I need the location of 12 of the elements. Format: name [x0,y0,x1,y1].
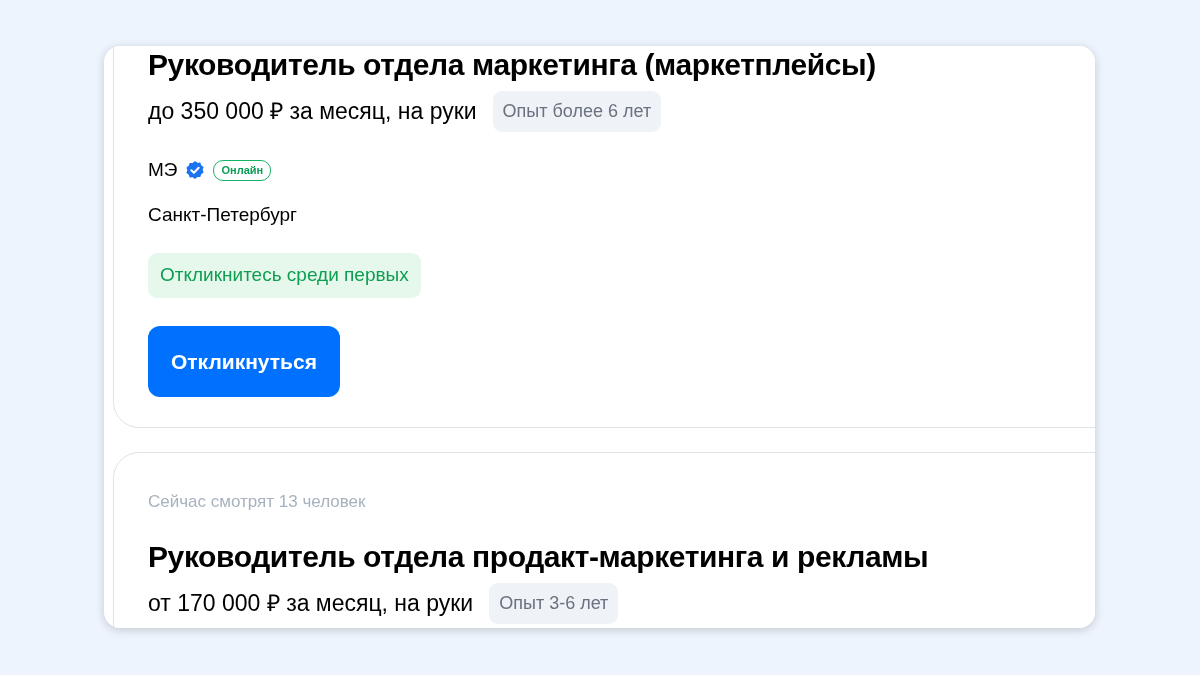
respond-button[interactable]: Откликнуться [148,325,340,397]
early-response-tag: Откликнитесь среди первых [148,253,421,298]
vacancy-title: Руководитель отдела продакт-маркетинга и рекламы [148,538,930,575]
experience-tag: Опыт 3-6 лет [489,582,619,624]
experience-tag: Опыт более 6 лет [492,91,662,132]
online-badge: Онлайн [213,160,272,181]
salary-text: от 170 000 ₽ за месяц, на руки [148,588,474,618]
city-text: Санкт-Петербург [148,202,298,227]
vacancy-title: Руководитель отдела маркетинга (маркетплейсы) [148,47,877,83]
viewers-count: Сейчас смотрят 13 человек [148,491,367,513]
company-name: МЭ [148,158,178,182]
salary-text: до 350 000 ₽ за месяц, на руки [148,97,477,127]
